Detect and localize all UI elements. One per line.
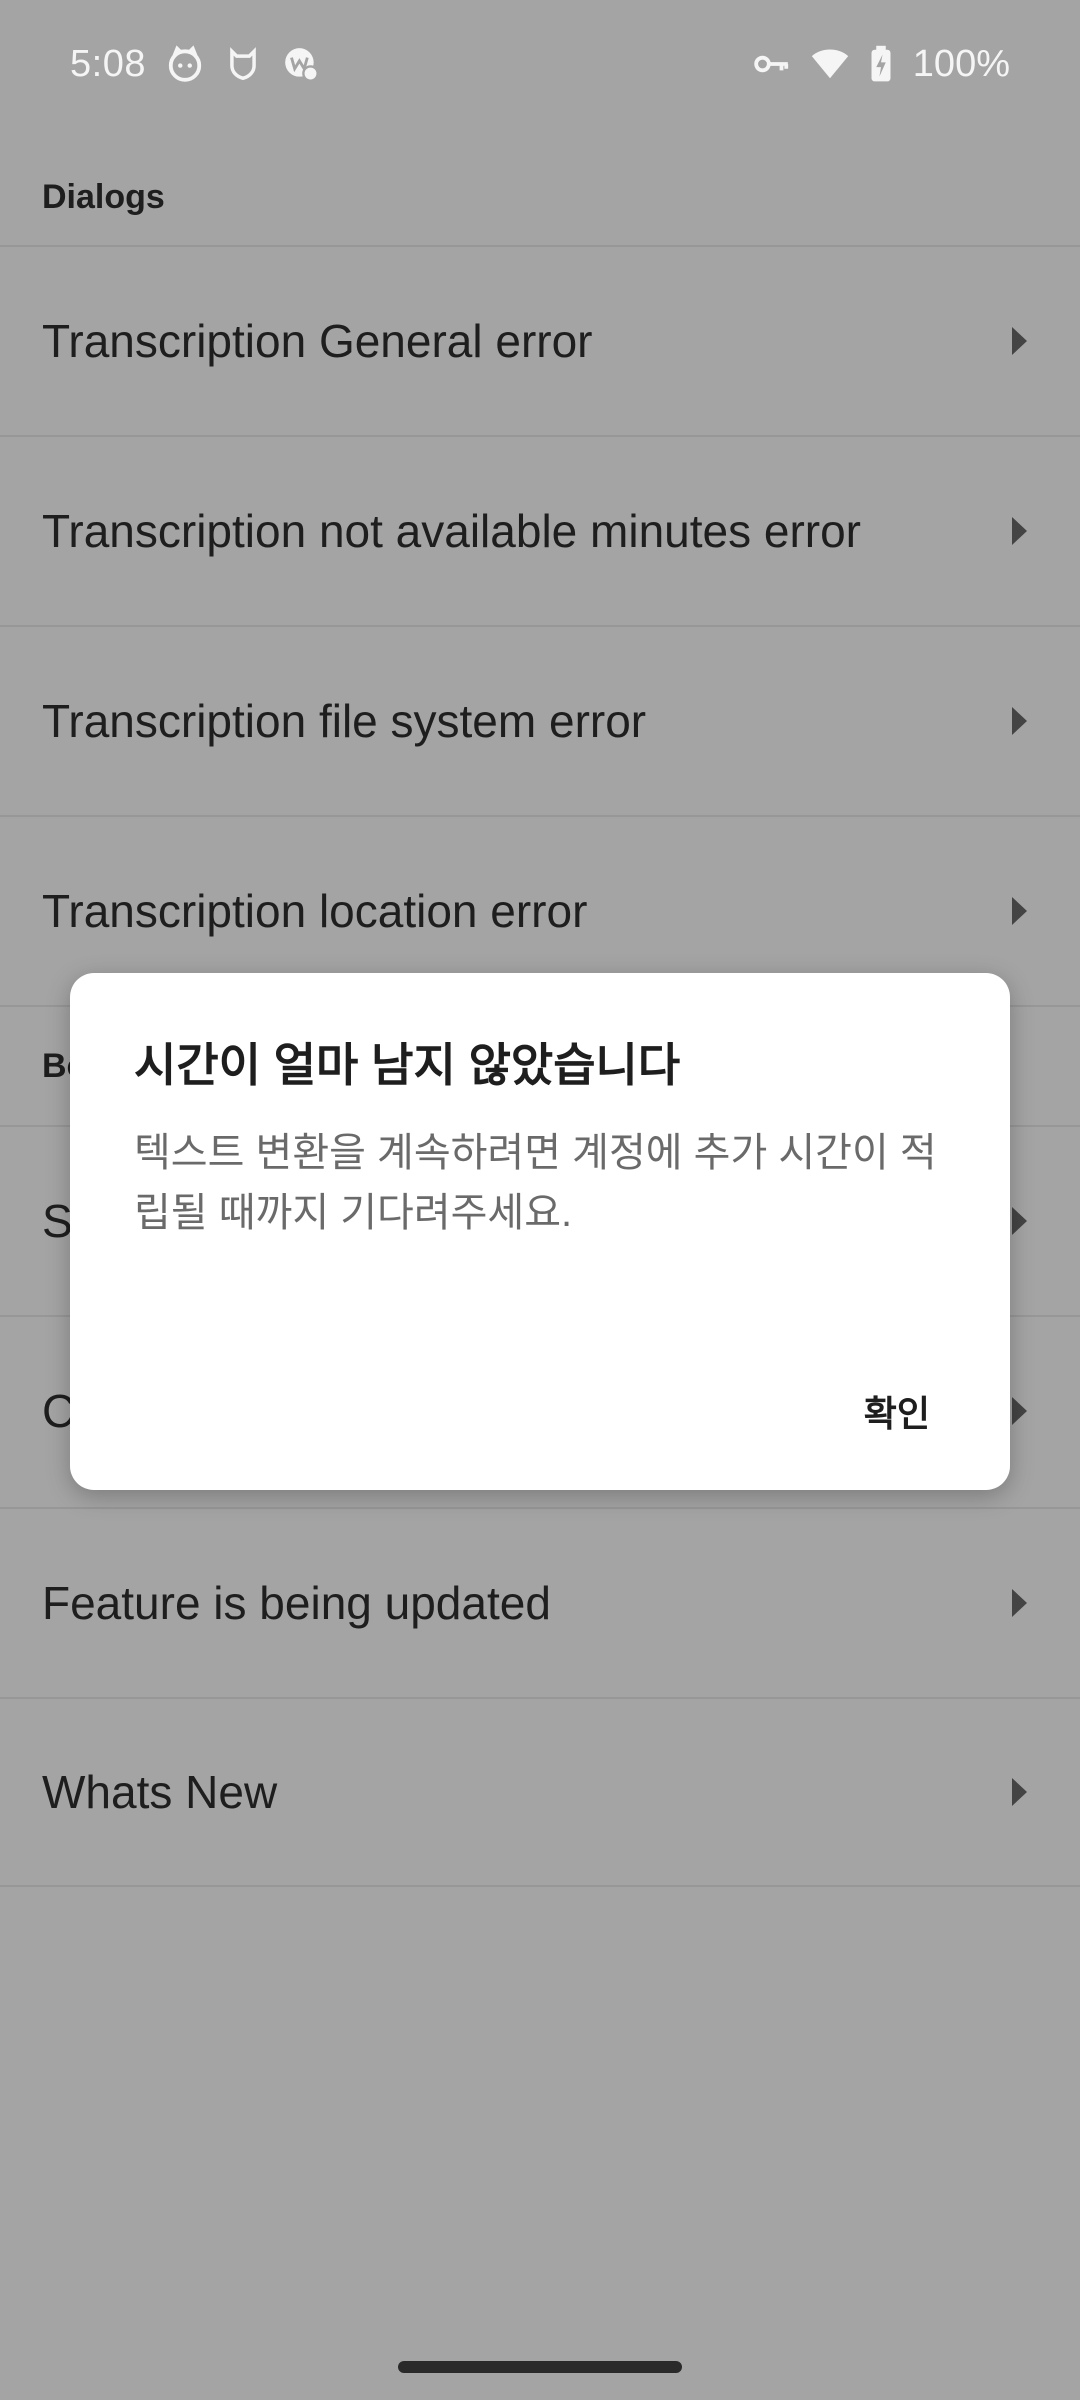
- gesture-nav-handle[interactable]: [398, 2361, 682, 2373]
- chevron-right-icon: [1012, 1397, 1027, 1425]
- wifi-icon: [811, 45, 849, 83]
- status-time: 5:08: [70, 42, 146, 85]
- cat-face-icon: [166, 45, 204, 83]
- dialog-title: 시간이 얼마 남지 않았습니다: [134, 1039, 681, 1091]
- list-item-not-available-minutes-error[interactable]: Transcription not available minutes erro…: [0, 435, 1080, 625]
- list-item-label: Transcription General error: [42, 315, 593, 367]
- chevron-right-icon: [1012, 517, 1027, 545]
- chevron-right-icon: [1012, 1589, 1027, 1617]
- list-item-whats-new[interactable]: Whats New: [0, 1697, 1080, 1887]
- list-item-file-system-error[interactable]: Transcription file system error: [0, 625, 1080, 815]
- list-item-label: Transcription not available minutes erro…: [42, 505, 861, 557]
- chevron-right-icon: [1012, 897, 1027, 925]
- shield-cat-icon: [224, 45, 262, 83]
- dialog-message: 텍스트 변환을 계속하려면 계정에 추가 시간이 적립될 때까지 기다려주세요.: [134, 1131, 937, 1235]
- chevron-right-icon: [1012, 1778, 1027, 1806]
- battery-charging-icon: [869, 45, 893, 83]
- section-header-dialogs: Dialogs: [42, 178, 165, 216]
- list-item-label: Feature is being updated: [42, 1577, 551, 1629]
- chevron-right-icon: [1012, 327, 1027, 355]
- app-badge-icon: [282, 45, 320, 83]
- list-item-feature-updated[interactable]: Feature is being updated: [0, 1507, 1080, 1697]
- alert-dialog: 시간이 얼마 남지 않았습니다 텍스트 변환을 계속하려면 계정에 추가 시간이…: [70, 973, 1010, 1490]
- list-item-label: Whats New: [42, 1766, 278, 1818]
- chevron-right-icon: [1012, 1207, 1027, 1235]
- list-item-general-error[interactable]: Transcription General error: [0, 245, 1080, 435]
- battery-percentage: 100%: [912, 42, 1010, 85]
- chevron-right-icon: [1012, 707, 1027, 735]
- confirm-button[interactable]: 확인: [864, 1385, 930, 1437]
- vpn-key-icon: [753, 45, 791, 83]
- list-item-label: Transcription location error: [42, 885, 588, 937]
- list-item-label: S: [42, 1195, 73, 1247]
- list-item-label: Transcription file system error: [42, 695, 647, 747]
- status-bar: 5:08 100%: [0, 0, 1080, 128]
